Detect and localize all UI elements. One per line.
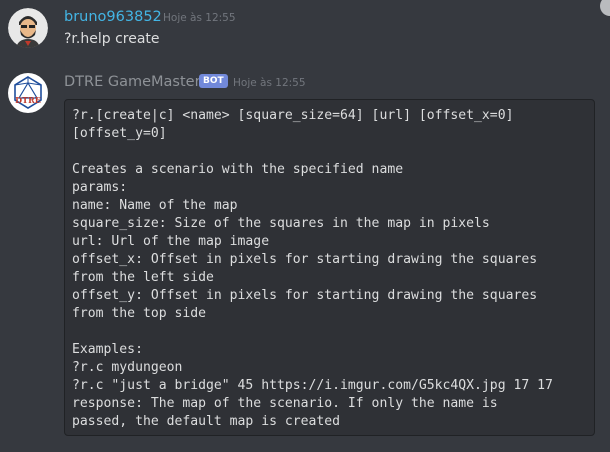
username-bruno[interactable]: bruno963852 <box>64 8 162 26</box>
bot-badge: BOT <box>199 74 228 88</box>
message-text: ?r.help create <box>64 31 160 47</box>
d20-dice-logo-icon: DTRE <box>9 74 47 112</box>
timestamp: Hoje às 12:55 <box>163 12 236 24</box>
code-block: ?r.[create|c] <name> [square_size=64] [u… <box>64 99 595 436</box>
code-block-text: ?r.[create|c] <name> [square_size=64] [u… <box>72 108 553 429</box>
username-bot[interactable]: DTRE GameMaster <box>64 73 201 91</box>
user-avatar[interactable] <box>8 8 48 48</box>
corner-settings-icon[interactable] <box>600 0 610 16</box>
avatar-logo-text: DTRE <box>15 95 41 105</box>
bearded-man-avatar-icon <box>8 8 48 48</box>
timestamp: Hoje às 12:55 <box>233 77 306 89</box>
bot-avatar[interactable]: DTRE <box>8 73 48 113</box>
